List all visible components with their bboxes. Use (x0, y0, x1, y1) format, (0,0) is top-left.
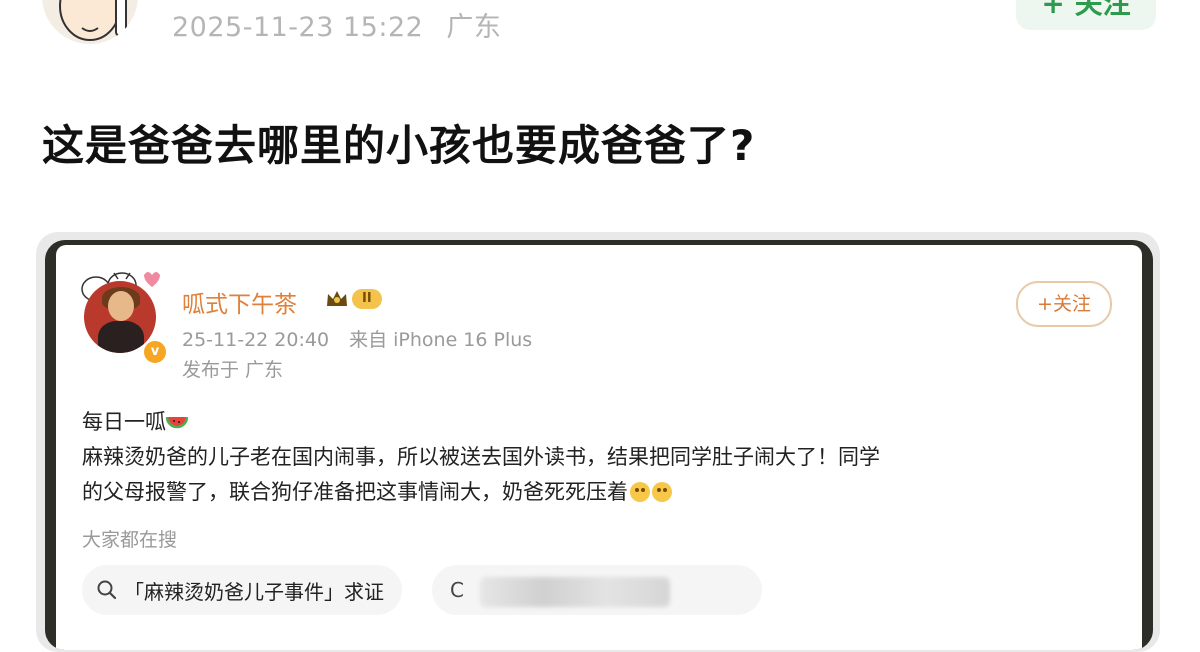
follow-button[interactable]: + 关注 (1016, 0, 1156, 30)
search-icon (97, 580, 117, 600)
embedded-username[interactable]: 呱式下午茶 (182, 285, 297, 319)
body-line-3: 的父母报警了，联合狗仔准备把这事情闹大，奶爸死死压着 (82, 475, 1122, 510)
crown-icon (327, 291, 347, 306)
embedded-follow-button[interactable]: +关注 (1016, 281, 1112, 327)
embedded-post-body: 每日一呱 麻辣烫奶爸的儿子老在国内闹事，所以被送去国外读书，结果把同学肚子闹大了… (82, 405, 1122, 510)
face-emoji (652, 482, 672, 502)
body-line-2: 麻辣烫奶爸的儿子老在国内闹事，所以被送去国外读书，结果把同学肚子闹大了！同学 (82, 445, 880, 469)
search-icon: C (450, 578, 464, 602)
embedded-post-location: 发布于 广东 (182, 359, 284, 381)
body-line-3-text: 的父母报警了，联合狗仔准备把这事情闹大，奶爸死死压着 (82, 480, 628, 504)
embedded-screenshot[interactable]: v 呱式下午茶 II 25-11-22 20:40 来自 iPhone 16 P… (45, 240, 1153, 650)
author-avatar[interactable] (42, 0, 138, 44)
blurred-search-text (480, 577, 670, 607)
body-line-1-text: 每日一呱 (82, 410, 166, 434)
post-title: 这是爸爸去哪里的小孩也要成爸爸了? (42, 121, 756, 170)
level-badge-text: II (352, 289, 382, 309)
trending-search-chip[interactable]: 「麻辣烫奶爸儿子事件」求证 (82, 565, 402, 615)
post-timestamp: 2025-11-23 15:22 (172, 12, 424, 43)
verified-icon: v (142, 339, 168, 365)
body-line-1: 每日一呱 (82, 405, 1122, 440)
embedded-post-meta: 25-11-22 20:40 来自 iPhone 16 Plus (182, 325, 532, 352)
trending-search-text: 「麻辣烫奶爸儿子事件」求证 (124, 579, 384, 604)
watermelon-emoji (166, 416, 188, 429)
face-emoji (630, 482, 650, 502)
post-location: 广东 (446, 12, 502, 43)
trending-search-chip-2[interactable]: C (432, 565, 762, 615)
embedded-post-source: 来自 iPhone 16 Plus (349, 329, 533, 351)
weibo-card: v 呱式下午茶 II 25-11-22 20:40 来自 iPhone 16 P… (56, 245, 1142, 650)
trending-search-label: 大家都在搜 (82, 529, 178, 551)
level-badge: II (324, 286, 382, 312)
post-meta: 2025-11-23 15:22 广东 (172, 5, 501, 44)
embedded-post-time: 25-11-22 20:40 (182, 329, 330, 351)
